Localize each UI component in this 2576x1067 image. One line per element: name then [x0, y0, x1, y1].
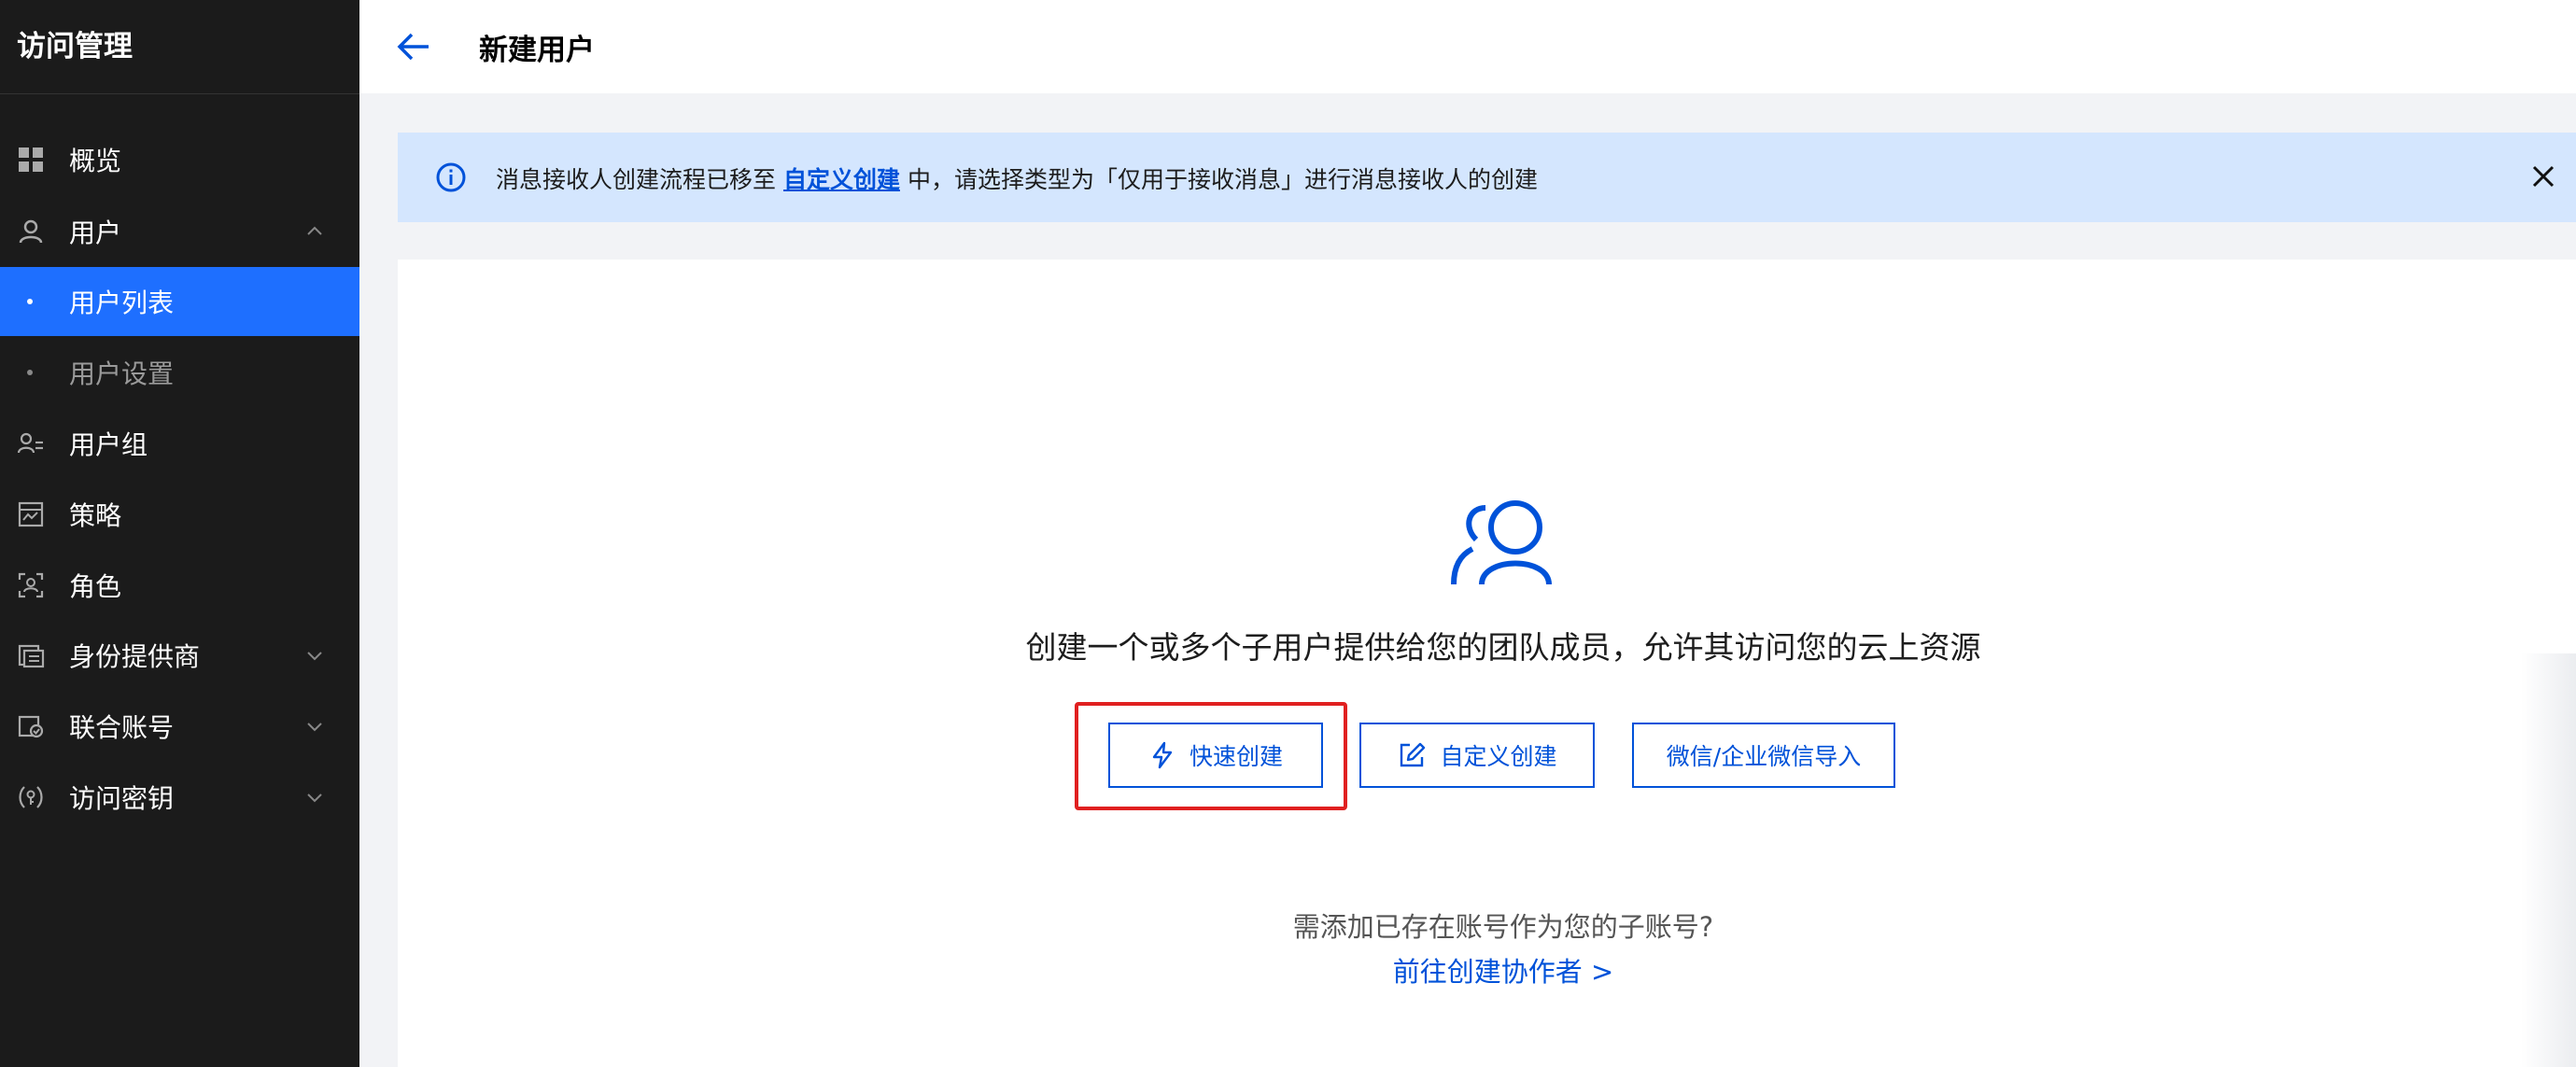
sidebar-item-label: 概览 [69, 146, 122, 176]
page-header: 新建用户 [359, 0, 2576, 93]
sidebar-item-label: 访问密钥 [69, 783, 175, 814]
info-icon [436, 162, 466, 192]
custom-create-button[interactable]: 自定义创建 [1359, 723, 1595, 788]
bullet-icon [27, 299, 33, 304]
quick-create-button[interactable]: 快速创建 [1108, 723, 1323, 788]
chevron-down-icon [307, 793, 322, 803]
info-banner: 消息接收人创建流程已移至 自定义创建 中，请选择类型为「仅用于接收消息」进行消息… [398, 133, 2576, 222]
role-icon [18, 572, 44, 598]
sidebar-item-overview[interactable]: 概览 [0, 125, 359, 194]
sidebar-item-federated-accounts[interactable]: 联合账号 [0, 692, 359, 761]
edge-shadow [2521, 653, 2576, 1067]
sidebar-item-policies[interactable]: 策略 [0, 480, 359, 549]
user-icon [19, 219, 43, 244]
user-group-icon [17, 432, 43, 454]
wechat-import-label: 微信/企业微信导入 [1666, 743, 1862, 770]
back-arrow-icon[interactable] [397, 31, 430, 63]
sidebar-item-label: 用户设置 [69, 358, 175, 389]
sidebar-item-label: 用户 [69, 218, 122, 248]
lightning-icon [1152, 741, 1173, 769]
page-title: 新建用户 [479, 34, 595, 67]
wechat-import-button[interactable]: 微信/企业微信导入 [1632, 723, 1895, 788]
sidebar-item-label: 策略 [69, 500, 122, 531]
sidebar-item-user-groups[interactable]: 用户组 [0, 409, 359, 478]
sidebar-item-label: 联合账号 [69, 712, 175, 743]
grid-icon [19, 147, 43, 172]
sidebar-title: 访问管理 [0, 0, 359, 94]
sidebar-item-user-list[interactable]: 用户列表 [0, 267, 359, 336]
key-icon [19, 786, 43, 808]
create-users-headline: 创建一个或多个子用户提供给您的团队成员，允许其访问您的云上资源 [1025, 629, 1981, 666]
banner-text-before: 消息接收人创建流程已移至 [496, 166, 777, 193]
sidebar-item-label: 角色 [69, 571, 122, 602]
banner-text: 消息接收人创建流程已移至 自定义创建 中，请选择类型为「仅用于接收消息」进行消息… [496, 161, 1538, 195]
edit-icon [1401, 742, 1426, 767]
users-icon [1451, 500, 1552, 585]
custom-create-link[interactable]: 自定义创建 [783, 166, 900, 193]
banner-text-after: 中，请选择类型为「仅用于接收消息」进行消息接收人的创建 [907, 166, 1538, 193]
sidebar-item-label: 用户组 [69, 429, 148, 460]
chevron-up-icon [307, 226, 322, 235]
sidebar-item-user-settings[interactable]: 用户设置 [0, 338, 359, 407]
policy-icon [18, 501, 44, 527]
sidebar-item-label: 用户列表 [69, 288, 175, 318]
chevron-down-icon [307, 723, 322, 732]
sidebar-item-access-keys[interactable]: 访问密钥 [0, 763, 359, 832]
sidebar-item-roles[interactable]: 角色 [0, 551, 359, 620]
existing-account-question: 需添加已存在账号作为您的子账号? [1292, 911, 1714, 943]
federated-account-icon [18, 715, 44, 738]
quick-create-label: 快速创建 [1189, 743, 1283, 770]
bullet-icon [27, 370, 33, 375]
create-collaborator-link[interactable]: 前往创建协作者 > [0, 950, 2576, 990]
close-icon[interactable] [2529, 162, 2557, 190]
custom-create-label: 自定义创建 [1440, 743, 1557, 770]
sidebar-item-users[interactable]: 用户 [0, 197, 359, 266]
